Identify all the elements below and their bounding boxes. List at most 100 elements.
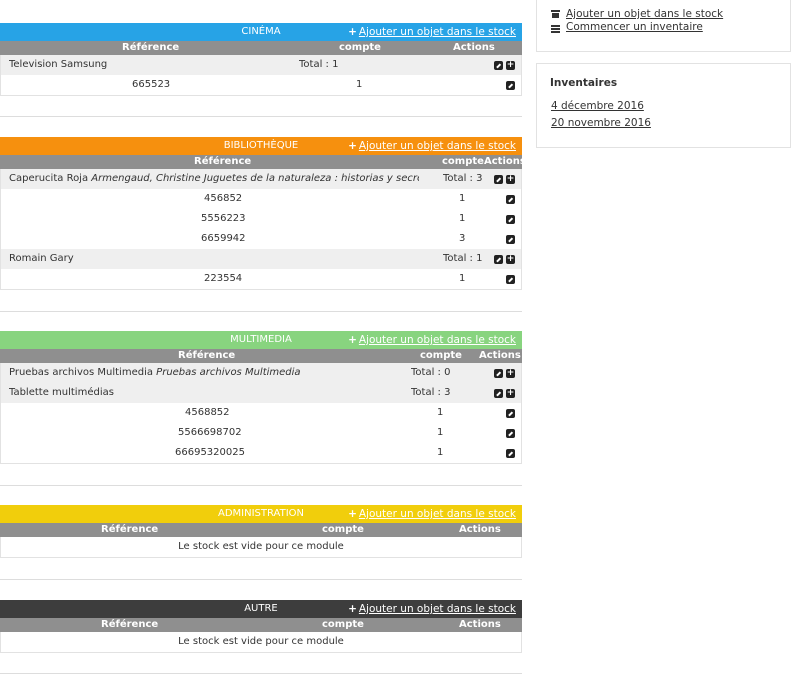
table-body: Le stock est vide pour ce module (0, 537, 522, 558)
group-description: Armengaud, Christine Juguetes de la natu… (91, 173, 419, 184)
item-count: 1 (459, 273, 466, 284)
edit-icon[interactable] (506, 275, 515, 284)
sidebar-actions-panel: Ajouter un objet dans le stock Commencer… (536, 0, 791, 52)
module-header: MULTIMEDIA + Ajouter un objet dans le sto… (0, 331, 522, 349)
edit-icon[interactable] (494, 61, 503, 70)
item-count: 1 (356, 79, 363, 90)
item-ref: 6659942 (201, 233, 246, 244)
col-actions: Actions (453, 42, 495, 53)
col-reference: Référence (122, 42, 180, 53)
item-count: 1 (437, 427, 444, 438)
inventories-title: Inventaires (550, 77, 618, 89)
group-row: Television Samsung Total : 1 (1, 55, 521, 75)
item-ref: 66695320025 (175, 447, 245, 458)
edit-icon[interactable] (506, 409, 515, 418)
module-divider (0, 485, 522, 486)
module-divider (0, 673, 522, 674)
group-name: Television Samsung (9, 59, 108, 70)
add-object-link[interactable]: + Ajouter un objet dans le stock (348, 137, 516, 155)
group-row: Romain Gary Total : 1 (1, 249, 521, 269)
add-icon[interactable] (506, 175, 515, 184)
sidebar-inventories-panel: Inventaires 4 décembre 2016 20 novembre … (536, 63, 791, 148)
item-ref: 5566698702 (178, 427, 242, 438)
item-count: 1 (437, 447, 444, 458)
item-row: 456852 1 (1, 189, 521, 209)
group-description: Pruebas archivos Multimedia (156, 367, 301, 378)
table-header: Référence compte Actions (0, 41, 522, 55)
col-count: compte (420, 350, 462, 361)
module-header: CINÉMA + Ajouter un objet dans le stock (0, 23, 522, 41)
module-cinema: CINÉMA + Ajouter un objet dans le stock R… (0, 23, 522, 96)
plus-icon: + (348, 26, 357, 38)
table-header: Référence compte Actions (0, 523, 522, 537)
group-name: Tablette multimédias (9, 387, 114, 398)
item-count: 1 (459, 193, 466, 204)
item-row: 223554 1 (1, 269, 521, 289)
table-body: Le stock est vide pour ce module (0, 632, 522, 653)
edit-icon[interactable] (506, 195, 515, 204)
col-count: compte (322, 619, 364, 630)
plus-icon: + (348, 334, 357, 346)
add-object-link[interactable]: + Ajouter un objet dans le stock (348, 331, 516, 349)
sidebar-start-inventory-link[interactable]: Commencer un inventaire (566, 21, 703, 33)
edit-icon[interactable] (494, 255, 503, 264)
item-ref: 223554 (204, 273, 243, 284)
item-ref: 4568852 (185, 407, 230, 418)
module-header: BIBLIOTHÈQUE + Ajouter un objet dans le s… (0, 137, 522, 155)
group-name: Pruebas archivos Multimedia Pruebas arch… (9, 367, 301, 378)
add-icon[interactable] (506, 61, 515, 70)
col-count: compte (339, 42, 381, 53)
group-total: Total : 0 (411, 367, 451, 378)
add-object-link[interactable]: + Ajouter un objet dans le stock (348, 505, 516, 523)
table-header: Référence compte Actions (0, 618, 522, 632)
item-row: 5556223 1 (1, 209, 521, 229)
plus-icon: + (348, 603, 357, 615)
add-object-link[interactable]: + Ajouter un objet dans le stock (348, 23, 516, 41)
edit-icon[interactable] (506, 235, 515, 244)
empty-message: Le stock est vide pour ce module (178, 636, 344, 647)
edit-icon[interactable] (494, 369, 503, 378)
inventory-link[interactable]: 20 novembre 2016 (551, 117, 651, 129)
item-row: 5566698702 1 (1, 423, 521, 443)
col-count: compte (442, 156, 484, 167)
sidebar-add-object-link[interactable]: Ajouter un objet dans le stock (566, 8, 723, 20)
plus-icon: + (348, 508, 357, 520)
module-title: CINÉMA (241, 26, 281, 37)
module-autre: AUTRE + Ajouter un objet dans le stock Ré… (0, 600, 522, 653)
table-header: Référence compte Actions (0, 155, 526, 169)
col-reference: Référence (194, 156, 252, 167)
item-ref: 5556223 (201, 213, 246, 224)
module-divider (0, 116, 522, 117)
col-reference: Référence (101, 524, 159, 535)
item-ref: 456852 (204, 193, 243, 204)
col-actions: Actions (459, 524, 501, 535)
edit-icon[interactable] (506, 449, 515, 458)
add-icon[interactable] (506, 255, 515, 264)
item-row: 6659942 3 (1, 229, 521, 249)
empty-message: Le stock est vide pour ce module (178, 541, 344, 552)
item-ref: 665523 (132, 79, 171, 90)
module-header: AUTRE + Ajouter un objet dans le stock (0, 600, 522, 618)
item-row: 66695320025 1 (1, 443, 521, 463)
edit-icon[interactable] (506, 81, 515, 90)
table-body: Caperucita Roja Armengaud, Christine Jug… (0, 169, 522, 290)
group-name: Caperucita Roja Armengaud, Christine Jug… (9, 169, 419, 189)
edit-icon[interactable] (506, 215, 515, 224)
col-count: compte (322, 524, 364, 535)
edit-icon[interactable] (506, 429, 515, 438)
item-count: 3 (459, 233, 466, 244)
col-actions: Actions (459, 619, 501, 630)
module-multimedia: MULTIMEDIA + Ajouter un objet dans le sto… (0, 331, 522, 464)
inventory-link[interactable]: 4 décembre 2016 (551, 100, 644, 112)
add-icon[interactable] (506, 369, 515, 378)
add-icon[interactable] (506, 389, 515, 398)
add-object-link[interactable]: + Ajouter un objet dans le stock (348, 600, 516, 618)
col-reference: Référence (101, 619, 159, 630)
group-row: Caperucita Roja Armengaud, Christine Jug… (1, 169, 521, 189)
edit-icon[interactable] (494, 389, 503, 398)
module-title: AUTRE (244, 603, 278, 614)
table-body: Pruebas archivos Multimedia Pruebas arch… (0, 363, 522, 464)
list-icon (551, 25, 560, 33)
col-actions: Actions (484, 156, 526, 167)
edit-icon[interactable] (494, 175, 503, 184)
